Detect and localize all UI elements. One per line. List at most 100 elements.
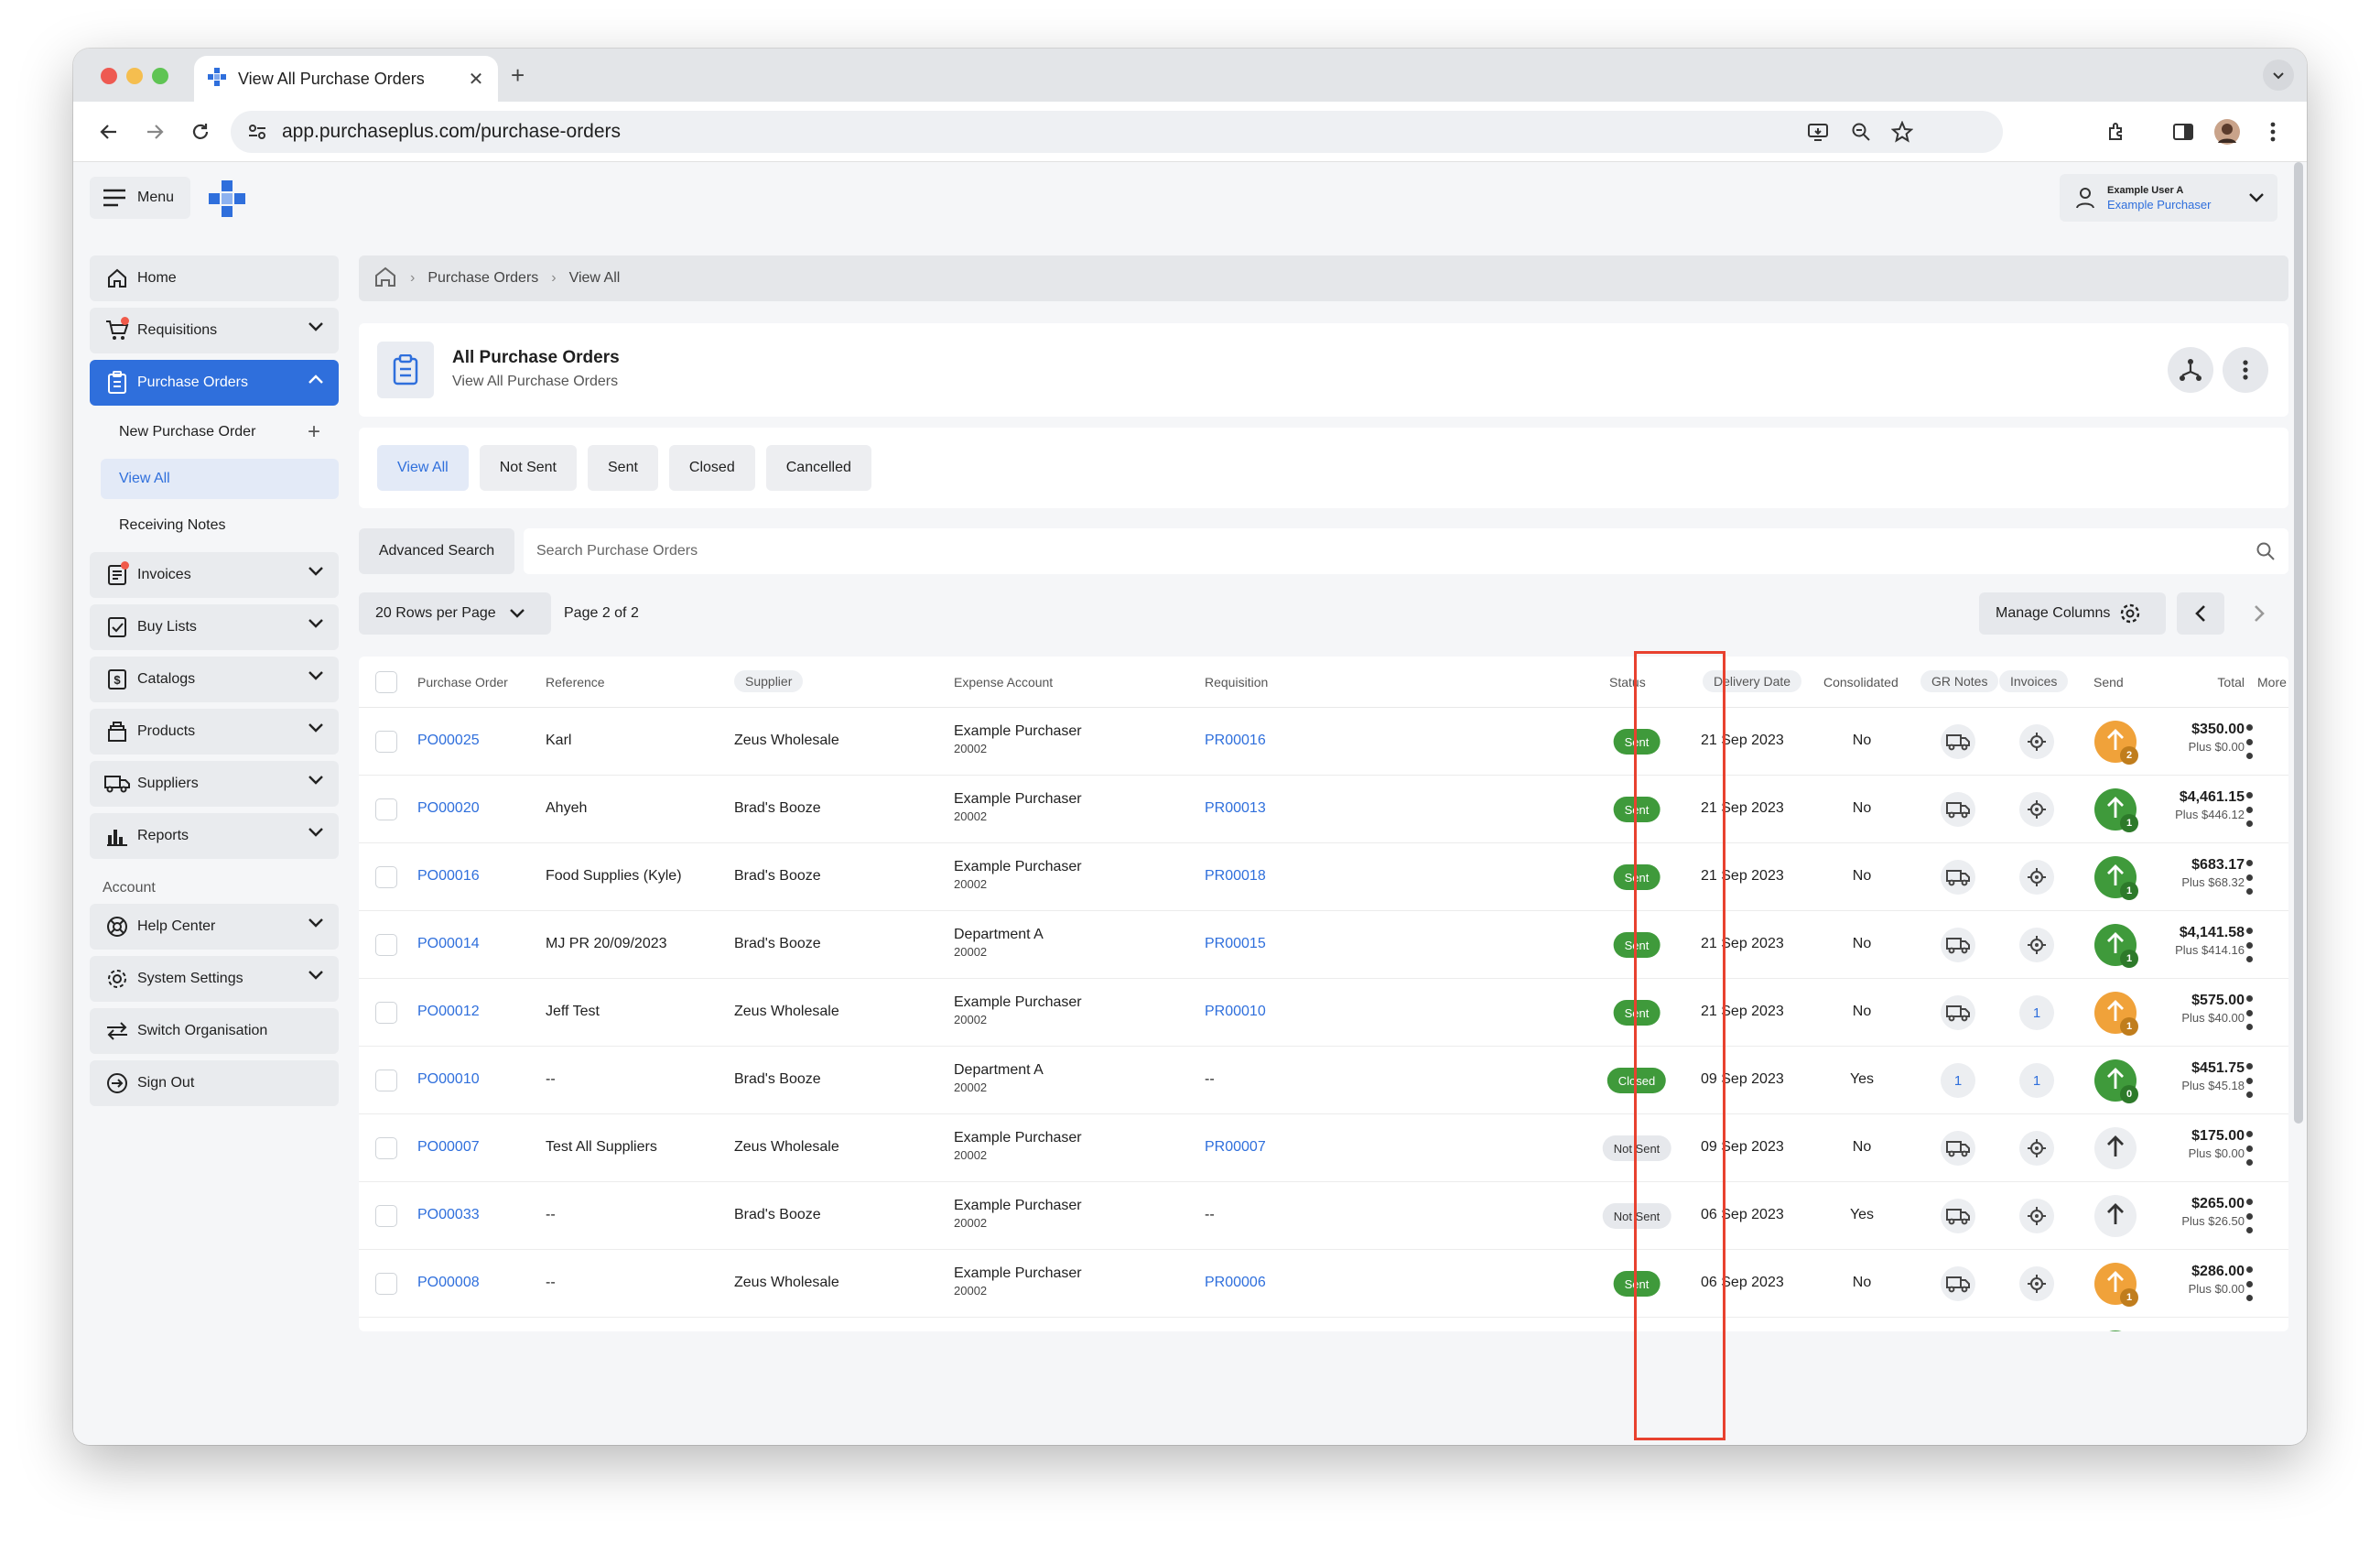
menu-button[interactable]: Menu <box>90 177 190 219</box>
invoices-target-icon[interactable] <box>2019 1131 2054 1166</box>
close-tab-icon[interactable]: ✕ <box>463 68 489 91</box>
sidebar-item-purchase-orders[interactable]: Purchase Orders <box>90 360 339 406</box>
gr-notes-truck-icon[interactable] <box>1941 1199 1975 1233</box>
col-delivery-date[interactable]: Delivery Date <box>1703 670 1802 692</box>
col-status[interactable]: Status <box>1609 675 1646 690</box>
row-checkbox[interactable] <box>375 731 397 753</box>
col-expense-account[interactable]: Expense Account <box>954 675 1053 690</box>
manage-columns-button[interactable]: Manage Columns <box>1979 592 2166 635</box>
home-icon[interactable] <box>373 266 397 292</box>
table-row[interactable]: PO00007 Test All Suppliers Zeus Wholesale E… <box>359 1114 2288 1182</box>
gr-notes-truck-icon[interactable] <box>1941 995 1975 1030</box>
sidebar-item-help-center[interactable]: Help Center <box>90 904 339 950</box>
new-tab-button[interactable]: + <box>511 61 525 90</box>
sidebar-subitem-receiving-notes[interactable]: Receiving Notes <box>90 505 339 546</box>
sidebar-item-sign-out[interactable]: Sign Out <box>90 1060 339 1106</box>
browser-menu-icon[interactable] <box>2257 116 2288 147</box>
browser-tab[interactable]: View All Purchase Orders ✕ <box>194 56 498 102</box>
gr-notes-truck-icon[interactable] <box>1941 792 1975 827</box>
table-row[interactable]: PO00016 Food Supplies (Kyle) Brad's Booze E… <box>359 843 2288 911</box>
row-checkbox[interactable] <box>375 1137 397 1159</box>
invoices-target-icon[interactable] <box>2019 860 2054 895</box>
requisition-link[interactable]: PR00013 <box>1205 800 1266 817</box>
sidebar-item-catalogs[interactable]: $ Catalogs <box>90 657 339 702</box>
requisition-link[interactable]: PR00006 <box>1205 1275 1266 1291</box>
gr-notes-truck-icon[interactable] <box>1941 724 1975 759</box>
col-gr-notes[interactable]: GR Notes <box>1920 670 1999 692</box>
invoices-target-icon[interactable] <box>2019 1199 2054 1233</box>
zoom-icon[interactable] <box>1851 122 1871 147</box>
reload-icon[interactable] <box>185 116 216 147</box>
tree-view-button[interactable] <box>2168 347 2213 393</box>
po-link[interactable]: PO00033 <box>417 1207 480 1223</box>
user-menu[interactable]: Example User A Example Purchaser <box>2060 174 2277 222</box>
side-panel-icon[interactable] <box>2168 116 2199 147</box>
table-row[interactable]: PO00010 -- Brad's Booze Department A 20002 --… <box>359 1047 2288 1114</box>
plus-icon[interactable]: + <box>308 419 320 445</box>
row-checkbox[interactable] <box>375 1070 397 1091</box>
invoices-count[interactable]: 1 <box>2019 995 2054 1030</box>
col-send[interactable]: Send <box>2093 675 2124 690</box>
invoices-count[interactable]: 1 <box>2019 1063 2054 1098</box>
col-purchase-order[interactable]: Purchase Order <box>417 675 508 690</box>
filter-view-all[interactable]: View All <box>377 445 469 491</box>
po-link[interactable]: PO00014 <box>417 936 480 952</box>
address-bar[interactable]: app.purchaseplus.com/purchase-orders <box>231 111 2003 153</box>
row-checkbox[interactable] <box>375 934 397 956</box>
po-link[interactable]: PO00016 <box>417 868 480 885</box>
site-settings-icon[interactable] <box>247 123 267 147</box>
sidebar-item-requisitions[interactable]: Requisitions <box>90 308 339 353</box>
gr-notes-truck-icon[interactable] <box>1941 1131 1975 1166</box>
purchaseplus-logo[interactable] <box>207 179 247 223</box>
requisition-link[interactable]: PR00016 <box>1205 733 1266 749</box>
po-link[interactable]: PO00007 <box>417 1139 480 1156</box>
sidebar-item-system-settings[interactable]: System Settings <box>90 956 339 1002</box>
sidebar-item-products[interactable]: Products <box>90 709 339 755</box>
invoices-target-icon[interactable] <box>2019 724 2054 759</box>
sidebar-subitem-new-po[interactable]: New Purchase Order + <box>90 412 339 452</box>
sidebar-item-buy-lists[interactable]: Buy Lists <box>90 604 339 650</box>
row-more-icon[interactable] <box>2245 792 2254 827</box>
row-checkbox[interactable] <box>375 866 397 888</box>
row-more-icon[interactable] <box>2245 1131 2254 1166</box>
prev-page-button[interactable] <box>2177 592 2224 635</box>
filter-not-sent[interactable]: Not Sent <box>479 445 577 491</box>
filter-closed[interactable]: Closed <box>668 445 755 491</box>
sidebar-item-home[interactable]: Home <box>90 255 339 301</box>
requisition-link[interactable]: PR00015 <box>1205 936 1266 952</box>
row-more-icon[interactable] <box>2245 995 2254 1030</box>
filter-sent[interactable]: Sent <box>588 445 658 491</box>
advanced-search-button[interactable]: Advanced Search <box>359 528 514 574</box>
page-scrollbar[interactable] <box>2294 162 2303 1124</box>
minimize-window-button[interactable] <box>126 68 143 84</box>
maximize-window-button[interactable] <box>152 68 168 84</box>
col-invoices[interactable]: Invoices <box>1999 670 2069 692</box>
requisition-link[interactable]: PR00018 <box>1205 868 1266 885</box>
sidebar-item-reports[interactable]: Reports <box>90 813 339 859</box>
table-row[interactable]: PO00020 Ahyeh Brad's Booze Example Purchase… <box>359 776 2288 843</box>
rows-per-page-select[interactable]: 20 Rows per Page <box>359 592 551 635</box>
sidebar-item-suppliers[interactable]: Suppliers <box>90 761 339 807</box>
more-options-button[interactable] <box>2223 347 2268 393</box>
table-row[interactable]: PO00014 MJ PR 20/09/2023 Brad's Booze Depar… <box>359 911 2288 979</box>
select-all-checkbox[interactable] <box>375 671 397 693</box>
requisition-link[interactable]: PR00007 <box>1205 1139 1266 1156</box>
row-checkbox[interactable] <box>375 798 397 820</box>
profile-avatar[interactable] <box>2212 116 2243 147</box>
sidebar-item-invoices[interactable]: Invoices <box>90 552 339 598</box>
invoices-target-icon[interactable] <box>2019 928 2054 962</box>
row-checkbox[interactable] <box>375 1002 397 1024</box>
po-link[interactable]: PO00008 <box>417 1275 480 1291</box>
bookmark-star-icon[interactable] <box>1890 120 1914 148</box>
row-more-icon[interactable] <box>2245 928 2254 962</box>
breadcrumb-purchase-orders[interactable]: Purchase Orders <box>427 270 538 287</box>
gr-notes-truck-icon[interactable] <box>1941 860 1975 895</box>
table-row[interactable]: PO00004Test Beverage OrderBrad's BoozeDe… <box>359 1318 2288 1331</box>
col-requisition[interactable]: Requisition <box>1205 675 1268 690</box>
row-checkbox[interactable] <box>375 1273 397 1295</box>
gr-notes-truck-icon[interactable] <box>1941 1266 1975 1301</box>
search-input[interactable]: Search Purchase Orders <box>524 528 2288 574</box>
invoices-target-icon[interactable] <box>2019 792 2054 827</box>
row-more-icon[interactable] <box>2245 1063 2254 1098</box>
requisition-link[interactable]: PR00010 <box>1205 1004 1266 1020</box>
